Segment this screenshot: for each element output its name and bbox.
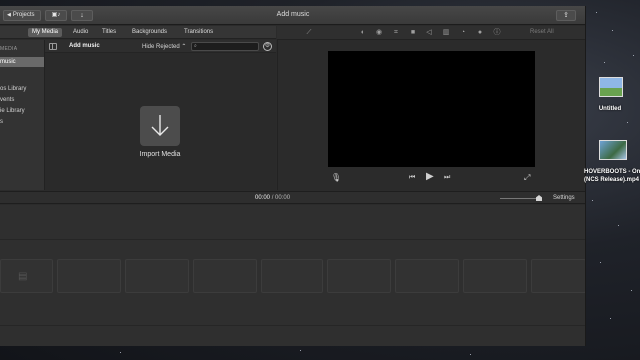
total-time: 00:00 (275, 195, 291, 201)
film-placeholder-icon: ▤ (18, 271, 28, 282)
timeline-placeholder (395, 259, 459, 293)
mic-icon[interactable]: 🎙︎ (331, 173, 341, 183)
video-track[interactable]: ▤ (0, 257, 585, 295)
zoom-slider-knob[interactable] (536, 195, 542, 201)
timecode: 00:00 / 00:00 (255, 195, 290, 201)
timeline-divider (0, 325, 585, 326)
gear-icon[interactable]: ⚙ (263, 42, 272, 51)
sidebar-item-events[interactable]: vents (0, 95, 44, 105)
zoom-slider-track[interactable] (500, 198, 542, 199)
viewer: 🎙︎ ⏮︎ ▶ ⏭︎ ⤢ (277, 40, 585, 190)
download-arrow-icon (151, 115, 169, 136)
info-icon[interactable]: ⓘ (493, 29, 501, 37)
time-separator: / (271, 195, 274, 201)
noise-reduction-icon[interactable]: ▥ (442, 29, 450, 37)
timeline-placeholder: ▤ (0, 259, 53, 293)
timeline-placeholder (531, 259, 585, 293)
sidebar-toggle-icon[interactable] (49, 43, 57, 50)
timeline[interactable]: ▤ (0, 205, 585, 346)
window-title: Add music (276, 11, 310, 18)
desktop-file-untitled-label[interactable]: Untitled (581, 106, 639, 112)
desktop-file-video-label[interactable]: HOVERBOOTS - One (NCS Release).mp4 (584, 168, 640, 184)
sidebar-item-other[interactable]: s (0, 117, 44, 127)
sidebar-item-music[interactable]: music (0, 57, 44, 67)
libraries-sidebar: MEDIA music os Library vents ie Library … (0, 40, 45, 190)
tab-my-media[interactable]: My Media (28, 28, 63, 37)
timeline-divider (0, 239, 585, 240)
tab-titles[interactable]: Titles (98, 28, 120, 37)
filter-icon[interactable]: ● (476, 29, 484, 37)
tab-backgrounds[interactable]: Backgrounds (128, 28, 171, 37)
adjustments-toolbar: ⟋ ◐ ◉ ⌗ ■ ◁ ▥ ◔ ● ⓘ Reset All (277, 26, 585, 40)
play-icon[interactable]: ▶ (426, 172, 434, 182)
search-field[interactable]: ⌕ (191, 42, 259, 51)
browser-title: Add music (69, 43, 100, 49)
tab-audio[interactable]: Audio (69, 28, 92, 37)
imovie-window: ◀ Projects ▣♪ ↓ Add music ⇪ My Media Audi… (0, 6, 586, 346)
filter-dropdown[interactable]: Hide Rejected ⌃ (142, 43, 186, 50)
timeline-placeholder (193, 259, 257, 293)
stabilization-icon[interactable]: ■ (409, 29, 417, 37)
settings-button[interactable]: Settings (553, 195, 575, 201)
search-icon: ⌕ (194, 43, 197, 49)
timeline-header: 00:00 / 00:00 Settings (0, 191, 585, 204)
import-media-label: Import Media (139, 151, 181, 158)
video-preview[interactable] (328, 51, 535, 167)
library-tabs: My Media Audio Titles Backgrounds Transi… (0, 26, 276, 39)
timeline-placeholder (463, 259, 527, 293)
magic-wand-icon[interactable]: ⟋ (305, 29, 313, 37)
skip-back-icon[interactable]: ⏮︎ (409, 173, 415, 183)
skip-forward-icon[interactable]: ⏭︎ (444, 173, 450, 183)
tab-transitions[interactable]: Transitions (180, 28, 217, 37)
current-time: 00:00 (255, 195, 271, 201)
filter-label: Hide Rejected (142, 44, 180, 50)
share-icon: ⇪ (563, 12, 569, 19)
sidebar-item-photos-library[interactable]: os Library (0, 84, 44, 94)
browser-header: Add music Hide Rejected ⌃ ⌕ ⚙ (45, 40, 276, 53)
color-balance-icon[interactable]: ◐ (359, 29, 367, 37)
fullscreen-icon[interactable]: ⤢ (524, 173, 530, 183)
volume-icon[interactable]: ◁ (425, 29, 433, 37)
title-bar: ◀ Projects ▣♪ ↓ Add music ⇪ (0, 6, 585, 25)
timeline-placeholder (57, 259, 121, 293)
timeline-placeholder (327, 259, 391, 293)
timeline-placeholder (261, 259, 323, 293)
color-correction-icon[interactable]: ◉ (375, 29, 383, 37)
sidebar-heading: MEDIA (0, 46, 18, 52)
share-button[interactable]: ⇪ (556, 10, 576, 21)
timeline-placeholder (125, 259, 189, 293)
desktop-file-video-label-line1: HOVERBOOTS - One (584, 169, 640, 175)
media-browser: Import Media (45, 53, 276, 190)
dropdown-arrow-icon: ⌃ (181, 44, 187, 50)
desktop-file-untitled-thumbnail[interactable] (599, 77, 623, 97)
reset-all-button[interactable]: Reset All (530, 29, 554, 35)
import-media-button[interactable] (140, 106, 180, 146)
crop-icon[interactable]: ⌗ (392, 29, 400, 37)
desktop-file-video-thumbnail[interactable] (599, 140, 627, 160)
desktop-file-video-label-line2: (NCS Release).mp4 (584, 177, 640, 183)
sidebar-item-movie-library[interactable]: ie Library (0, 106, 44, 116)
speed-icon[interactable]: ◔ (459, 29, 467, 37)
